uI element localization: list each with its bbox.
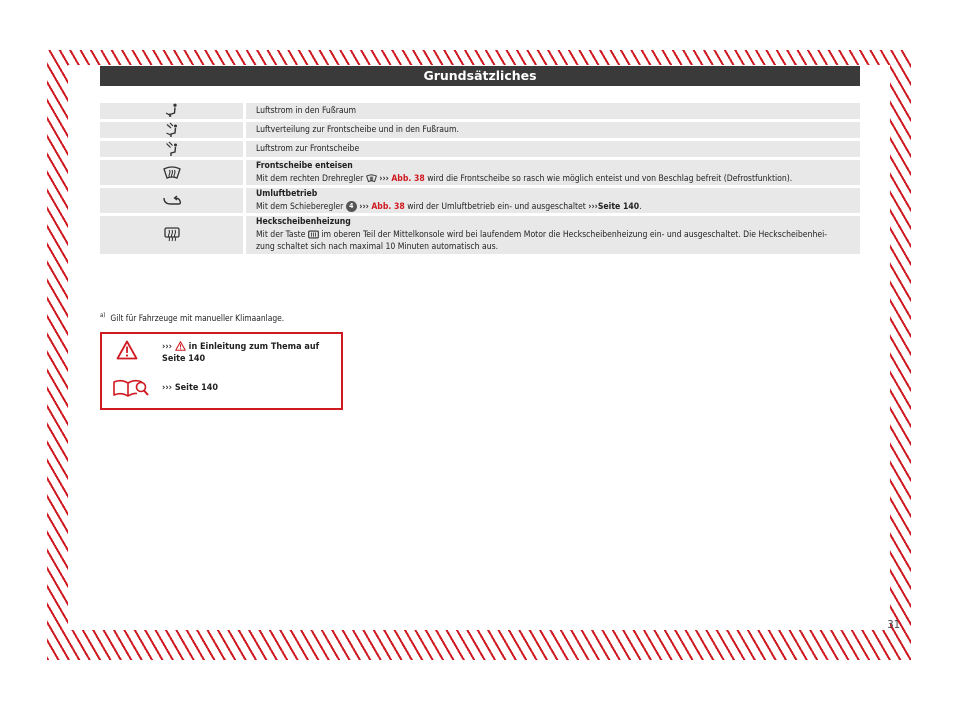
row-text-post: .: [639, 201, 642, 212]
page-number: 31: [887, 618, 900, 631]
recirculation-icon: [162, 194, 181, 205]
table-row: Umluftbetrieb Mit dem Schieberegler 4 ››…: [100, 188, 860, 213]
text-cell: Heckscheibenheizung Mit der Taste im obe…: [243, 216, 860, 254]
table-row: Heckscheibenheizung Mit der Taste im obe…: [100, 216, 860, 254]
table-row: Luftstrom zur Frontscheibe: [100, 141, 860, 157]
row-title: Frontscheibe enteisen: [256, 161, 353, 171]
windscreen-defrost-icon: [162, 165, 181, 179]
footnote-marker: a): [100, 312, 106, 319]
cross-reference-arrow: ›››: [379, 173, 389, 184]
row-text-line2: zung schaltet sich nach maximal 10 Minut…: [256, 242, 499, 252]
warning-reference-text: in Einleitung zum Thema auf: [188, 342, 320, 352]
section-header: Grundsätzliches: [100, 66, 860, 86]
row-text-pre: Mit dem Schieberegler: [256, 201, 344, 212]
footnote: a) Gilt für Fahrzeuge mit manueller Klima…: [100, 312, 284, 323]
footnote-text: Gilt für Fahrzeuge mit manueller Klimaan…: [110, 312, 285, 323]
text-cell: Luftstrom zur Frontscheibe: [243, 141, 860, 157]
icon-cell: [100, 141, 243, 157]
icon-cell: [100, 103, 243, 119]
text-cell: Frontscheibe enteisen Mit dem rechten Dr…: [243, 160, 860, 185]
row-title: Heckscheibenheizung: [256, 217, 351, 227]
row-text: Luftverteilung zur Frontscheibe und in d…: [256, 124, 459, 135]
table-row: Luftverteilung zur Frontscheibe und in d…: [100, 122, 860, 138]
page-reference-arrow: ›››: [588, 201, 598, 212]
row-text-post: im oberen Teil der Mittelkonsole wird be…: [321, 229, 828, 240]
table-row: Frontscheibe enteisen Mit dem rechten Dr…: [100, 160, 860, 185]
icon-cell: [100, 188, 243, 213]
text-cell: Umluftbetrieb Mit dem Schieberegler 4 ››…: [243, 188, 860, 213]
reference-arrow: ›››: [162, 383, 173, 393]
row-description: Mit dem Schieberegler 4 ››› Abb. 38 wird…: [256, 200, 860, 214]
figure-link[interactable]: Abb. 38: [371, 202, 404, 212]
row-text: Luftstrom in den Fußraum: [256, 105, 357, 116]
rear-window-heating-icon: [163, 227, 180, 242]
row-text-mid: wird der Umluftbetrieb ein- und ausgesch…: [407, 201, 586, 212]
row-description: Mit der Taste im oberen Teil der Mittelk…: [256, 229, 860, 242]
warning-triangle-icon: [116, 340, 138, 360]
page-link[interactable]: Seite 140: [598, 202, 639, 212]
windscreen-airflow-icon: [165, 141, 177, 156]
icon-cell: [100, 216, 243, 254]
book-reference[interactable]: ››› Seite 140: [162, 383, 218, 393]
row-text-pre: Mit dem rechten Drehregler: [256, 173, 364, 184]
text-cell: Luftverteilung zur Frontscheibe und in d…: [243, 122, 860, 138]
symbol-legend-table: Luftstrom in den Fußraum Luftverteilung …: [100, 100, 860, 257]
row-text: Luftstrom zur Frontscheibe: [256, 143, 360, 154]
footwell-airflow-icon: [165, 103, 177, 117]
warning-triangle-icon: [175, 341, 186, 351]
table-row: Luftstrom in den Fußraum: [100, 103, 860, 119]
icon-cell: [100, 122, 243, 138]
figure-link[interactable]: Abb. 38: [391, 174, 424, 184]
rear-window-heating-icon: [308, 230, 319, 238]
cross-reference-arrow: ›››: [359, 201, 369, 212]
windscreen-defrost-icon: [365, 173, 377, 182]
icon-cell: [100, 160, 243, 185]
book-reference-page: Seite 140: [174, 383, 219, 393]
callout-badge: 4: [345, 200, 357, 212]
safety-reference-box: ››› in Einleitung zum Thema auf Seite 14…: [100, 332, 343, 410]
row-text-post: wird die Frontscheibe so rasch wie mögli…: [427, 173, 793, 184]
warning-reference-page: Seite 140: [162, 354, 206, 364]
windscreen-footwell-airflow-icon: [165, 122, 177, 137]
book-magnifier-icon: [113, 379, 149, 397]
text-cell: Luftstrom in den Fußraum: [243, 103, 860, 119]
reference-arrow: ›››: [162, 342, 173, 352]
warning-reference[interactable]: ››› in Einleitung zum Thema auf Seite 14…: [162, 341, 332, 365]
row-title: Umluftbetrieb: [256, 189, 318, 199]
row-description: Mit dem rechten Drehregler ››› Abb. 38 w…: [256, 173, 860, 186]
row-text-pre: Mit der Taste: [256, 229, 306, 240]
